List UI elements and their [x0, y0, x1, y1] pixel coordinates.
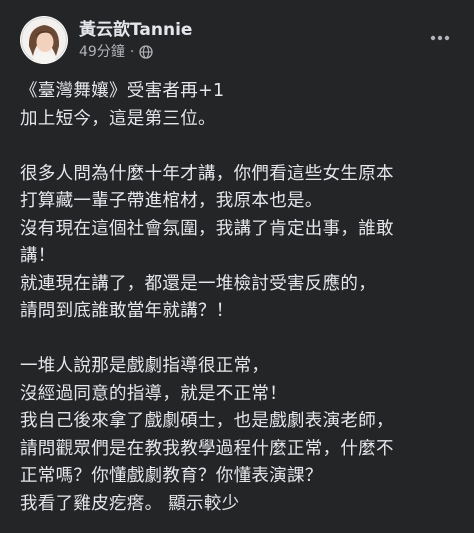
post-line: 一堆人說那是戲劇指導很正常， [20, 356, 270, 376]
post-line: 打算藏一輩子帶進棺材，我原本也是。 [20, 191, 323, 211]
separator-dot: · [129, 44, 135, 60]
post-line: 請問觀眾們是在教我教學過程什麼正常，什麼不 [20, 438, 394, 459]
post-line: 很多人問為什麼十年才講，你們看這些女生原本 [20, 163, 394, 184]
post-line: 沒經過同意的指導，就是不正常！ [20, 383, 287, 404]
author-name[interactable]: 黃云歆Tannie [79, 19, 192, 41]
post-line: 加上短今，這是第三位。 [20, 108, 216, 129]
post-line: 就連現在講了，都還是一堆檢討受害反應的， [20, 273, 376, 294]
post-body: 《臺灣舞孃》受害者再+1 加上短今，這是第三位。 很多人問為什麼十年才講，你們看… [20, 78, 458, 518]
facebook-post: 黃云歆Tannie 49分鐘 · 《臺灣舞孃》受害者再+1 加上短今，這是第三位… [0, 0, 474, 533]
post-line-last[interactable]: 我看了雞皮疙瘩。 顯示較少 [20, 491, 458, 519]
post-line: 《臺灣舞孃》受害者再+1 [20, 81, 225, 101]
globe-icon[interactable] [139, 45, 153, 59]
post-meta: 黃云歆Tannie 49分鐘 · [79, 19, 192, 61]
post-line: 講！ [20, 246, 56, 266]
post-header: 黃云歆Tannie 49分鐘 · [20, 14, 458, 66]
post-timestamp[interactable]: 49分鐘 [79, 43, 125, 61]
more-options-icon[interactable] [426, 28, 454, 48]
avatar[interactable] [20, 16, 68, 64]
post-line: 請問到底誰敢當年就講？！ [20, 301, 234, 321]
post-line: 我自己後來拿了戲劇碩士，也是戲劇表演老師， [20, 411, 394, 431]
post-line: 正常嗎？你懂戲劇教育？你懂表演課？ [20, 466, 323, 486]
post-subline: 49分鐘 · [79, 43, 192, 61]
post-line: 沒有現在這個社會氛圍，我講了肯定出事，誰敢 [20, 218, 394, 239]
